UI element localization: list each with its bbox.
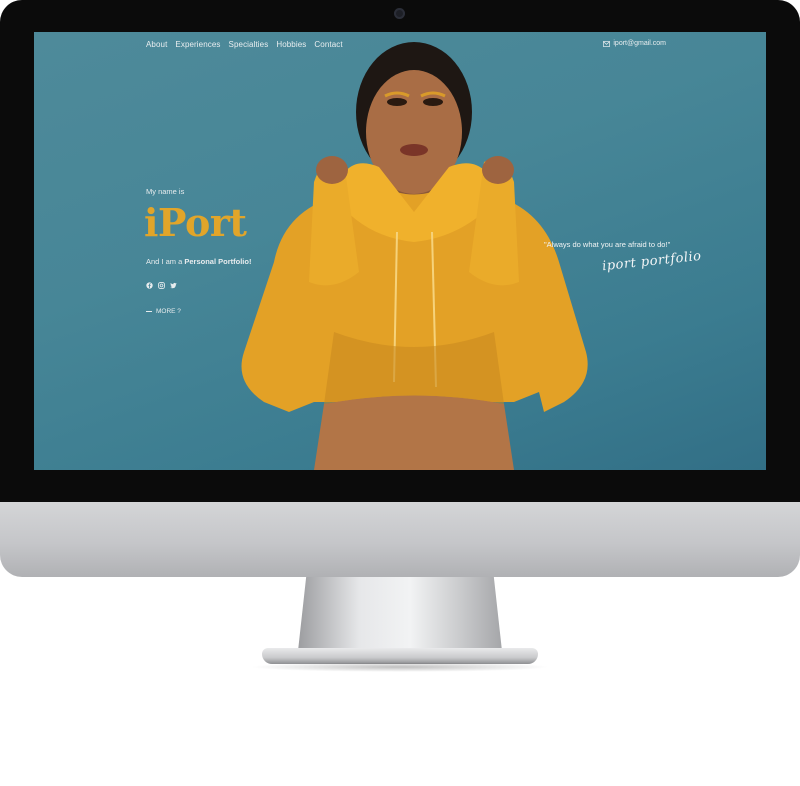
nav-link-hobbies[interactable]: Hobbies: [276, 40, 306, 49]
nav-link-about[interactable]: About: [146, 40, 167, 49]
tagline-prefix: And I am a: [146, 257, 185, 266]
intro-text: My name is: [146, 187, 185, 196]
main-nav: About Experiences Specialties Hobbies Co…: [146, 40, 343, 49]
monitor-stand: [298, 577, 502, 651]
more-button[interactable]: MORE ?: [146, 308, 181, 315]
more-label: MORE ?: [156, 308, 181, 315]
nav-link-specialties[interactable]: Specialties: [229, 40, 269, 49]
monitor-chin: [0, 502, 800, 577]
mail-icon: [603, 40, 611, 47]
email-address: iport@gmail.com: [613, 40, 666, 47]
quote-text: "Always do what you are afraid to do!": [544, 240, 671, 249]
camera-icon: [394, 8, 405, 19]
tagline-highlight: Personal Portfolio!: [184, 257, 252, 266]
brand-title: iPort: [144, 200, 247, 245]
website-screen: About Experiences Specialties Hobbies Co…: [34, 32, 766, 470]
stand-shadow: [250, 662, 550, 672]
email-link[interactable]: iport@gmail.com: [603, 40, 666, 47]
signature-text: iport portfolio: [601, 248, 703, 275]
nav-link-contact[interactable]: Contact: [314, 40, 342, 49]
nav-link-experiences[interactable]: Experiences: [175, 40, 220, 49]
social-links: [146, 276, 177, 289]
twitter-icon[interactable]: [170, 276, 177, 289]
facebook-icon[interactable]: [146, 276, 153, 289]
tagline: And I am a Personal Portfolio!: [146, 257, 251, 266]
more-line-decoration: [146, 311, 152, 312]
hero-portrait-image: [241, 42, 588, 470]
instagram-icon[interactable]: [158, 276, 165, 289]
